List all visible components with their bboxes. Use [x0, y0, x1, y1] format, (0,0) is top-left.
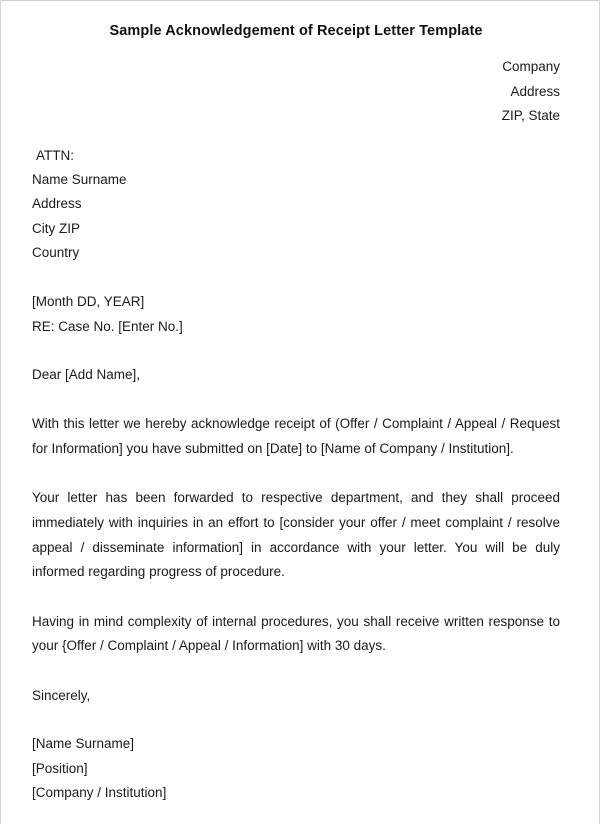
salutation: Dear [Add Name], [32, 366, 141, 382]
body-paragraph-3: Having in mind complexity of internal pr… [32, 613, 560, 654]
recipient-city-zip: City ZIP [32, 220, 81, 236]
signature-block: [Name Surname] [Position] [Company / Ins… [32, 732, 560, 805]
letter-page: Sample Acknowledgement of Receipt Letter… [0, 0, 600, 824]
recipient-address-block: ATTN: Name Surname Address City ZIP Coun… [32, 144, 560, 265]
sender-zip-state: ZIP, State [501, 108, 560, 124]
signature-position: [Position] [32, 760, 88, 776]
recipient-attn-label: ATTN: [36, 147, 74, 163]
sender-address: Address [510, 83, 560, 99]
page-title: Sample Acknowledgement of Receipt Letter… [109, 23, 483, 39]
letter-date: [Month DD, YEAR] [32, 294, 145, 310]
closing-line: Sincerely, [32, 688, 91, 704]
letter-content: Sample Acknowledgement of Receipt Letter… [32, 1, 560, 805]
sender-address-block: Company Address ZIP, State [32, 55, 560, 129]
recipient-country: Country [32, 245, 80, 261]
recipient-name: Name Surname [32, 172, 127, 188]
body-paragraph-1: With this letter we hereby acknowledge r… [32, 416, 560, 456]
sender-company: Company [502, 59, 560, 75]
letter-meta-block: [Month DD, YEAR] RE: Case No. [Enter No.… [32, 290, 560, 339]
body-paragraph-2: Your letter has been forwarded to respec… [32, 490, 560, 580]
letter-body: With this letter we hereby acknowledge r… [32, 412, 560, 659]
signature-name: [Name Surname] [32, 736, 135, 752]
signature-organization: [Company / Institution] [32, 784, 167, 800]
letter-subject-line: RE: Case No. [Enter No.] [32, 318, 183, 334]
recipient-address: Address [32, 196, 82, 212]
